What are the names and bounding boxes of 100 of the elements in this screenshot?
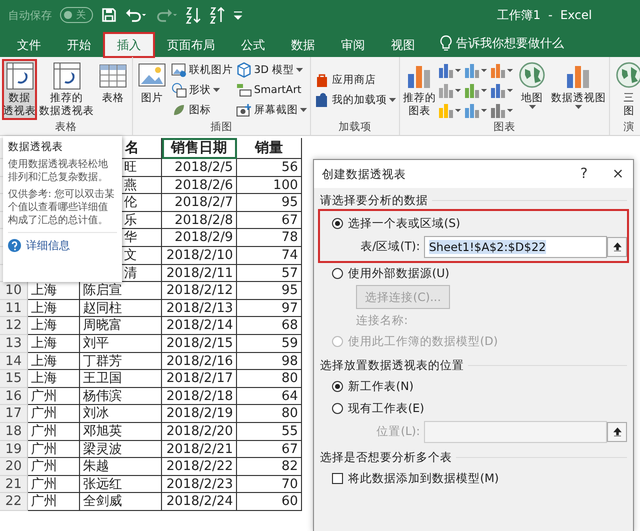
pivot-table-icon xyxy=(50,60,82,92)
table-cell: 2018/2/23 xyxy=(162,476,237,494)
column-header: 销售日期 xyxy=(162,138,237,159)
ribbon-tab[interactable]: 公式 xyxy=(228,33,278,57)
table-cell: 杨伟滨 xyxy=(80,388,162,406)
table-cell: 2018/2/12 xyxy=(162,282,237,300)
ribbon-tab[interactable]: 开始 xyxy=(54,33,104,57)
row-number: 22 xyxy=(0,493,28,511)
table-cell: 广州 xyxy=(28,476,80,494)
table-cell: 67 xyxy=(237,212,302,230)
table-cell: 朱越 xyxy=(80,458,162,476)
table-cell: 上海 xyxy=(28,352,80,370)
radio-button[interactable] xyxy=(332,380,343,392)
table-cell: 2018/2/21 xyxy=(162,440,237,458)
table-cell: 78 xyxy=(237,229,302,247)
table-cell: 67 xyxy=(237,440,302,458)
ribbon-button[interactable]: 应用商店 xyxy=(313,70,397,88)
table-cell: 上海 xyxy=(28,370,80,388)
close-button[interactable]: × xyxy=(603,161,633,187)
ribbon-button[interactable]: 推荐的 图表 xyxy=(402,59,437,120)
collapse-button[interactable] xyxy=(607,422,627,442)
camera-icon xyxy=(236,102,252,118)
more-info-link[interactable]: 详细信息 xyxy=(26,238,70,253)
ribbon-tab[interactable]: 审阅 xyxy=(328,33,378,57)
ribbon-button[interactable]: 联机图片 xyxy=(170,60,234,78)
table-cell: 2018/2/18 xyxy=(162,388,237,406)
ribbon-button[interactable]: 表格 xyxy=(96,59,130,120)
row-number: 19 xyxy=(0,440,28,458)
row-number: 10 xyxy=(0,282,28,300)
table-cell: 2018/2/10 xyxy=(162,246,237,265)
range-field[interactable]: Sheet1!$A$2:$D$22 xyxy=(424,236,607,258)
ribbon-button[interactable]: 图标 xyxy=(170,100,234,118)
ribbon-button[interactable]: 三 图 xyxy=(612,59,640,120)
section-heading: 选择是否想要分析多个表 xyxy=(320,450,452,464)
radio-button[interactable] xyxy=(332,218,343,228)
ribbon-button[interactable]: 屏幕截图 xyxy=(235,100,308,118)
ribbon-button[interactable]: 数据 透视表 xyxy=(2,59,37,120)
table-cell: 70 xyxy=(237,476,302,494)
ribbon-button[interactable]: 数据透视图 xyxy=(550,59,607,120)
ribbon-button[interactable]: 3D 模型 xyxy=(235,60,308,78)
table-cell: 2018/2/9 xyxy=(162,229,237,247)
picture-icon xyxy=(171,62,187,78)
save-icon[interactable] xyxy=(101,7,117,23)
row-number: 16 xyxy=(0,388,28,406)
column-header: 销量 xyxy=(237,138,302,159)
row-number: 15 xyxy=(0,370,28,388)
radio-button[interactable] xyxy=(332,268,343,278)
ribbon-button[interactable]: 图片 xyxy=(135,59,169,120)
table-cell: 2018/2/6 xyxy=(162,176,237,194)
group-label: 插图 xyxy=(210,120,234,135)
ribbon-button[interactable]: 形状 xyxy=(170,80,234,98)
group-label: 演 xyxy=(622,120,636,135)
ribbon-tab[interactable]: 视图 xyxy=(378,33,428,57)
table-cell: 57 xyxy=(237,264,302,282)
table-cell: 64 xyxy=(237,388,302,406)
smartart-icon xyxy=(236,82,252,98)
ribbon-button[interactable]: 我的加载项 xyxy=(313,90,397,108)
table-cell: 68 xyxy=(237,317,302,335)
table-cell: 55 xyxy=(237,422,302,440)
ribbon-tab[interactable]: 数据 xyxy=(278,33,328,57)
tell-me-search[interactable]: 告诉我你想要做什么 xyxy=(456,35,564,52)
help-button[interactable]: ? xyxy=(569,161,599,187)
sort-ascending-icon[interactable] xyxy=(185,6,201,24)
group-label: 图表 xyxy=(492,120,516,135)
table-cell: 广州 xyxy=(28,493,80,511)
collapse-button[interactable] xyxy=(607,236,627,256)
ribbon-tab[interactable]: 文件 xyxy=(4,33,54,57)
checkbox[interactable] xyxy=(332,472,343,484)
table-cell: 59 xyxy=(237,334,302,353)
addin-icon xyxy=(314,92,330,108)
table-cell: 广州 xyxy=(28,422,80,440)
undo-icon[interactable] xyxy=(125,7,147,23)
table-cell: 梁灵波 xyxy=(80,440,162,458)
table-cell: 2018/2/20 xyxy=(162,422,237,440)
table-cell: 刘平 xyxy=(80,334,162,353)
table-cell: 60 xyxy=(237,493,302,511)
ribbon-button[interactable]: SmartArt xyxy=(235,80,308,98)
section-heading: 选择放置数据透视表的位置 xyxy=(320,358,464,372)
table-cell: 广州 xyxy=(28,440,80,458)
ribbon-button[interactable]: 地图 xyxy=(515,59,549,120)
table-cell: 上海 xyxy=(28,317,80,335)
table-cell: 邓旭英 xyxy=(80,422,162,440)
table-cell: 广州 xyxy=(28,405,80,423)
caret-icon xyxy=(296,68,304,72)
table-cell: 上海 xyxy=(28,334,80,353)
ribbon-tab[interactable]: 插入 xyxy=(104,33,154,57)
ribbon-button[interactable]: 推荐的 数据透视表 xyxy=(38,59,95,120)
pivot-table-icon xyxy=(4,60,36,92)
row-number: 21 xyxy=(0,476,28,494)
row-number: 12 xyxy=(0,317,28,335)
section-heading: 请选择要分析的数据 xyxy=(320,192,428,208)
caret-icon xyxy=(528,105,536,109)
sort-descending-icon[interactable] xyxy=(209,6,225,24)
ribbon-tab[interactable]: 页面布局 xyxy=(154,33,228,57)
radio-button[interactable] xyxy=(332,402,343,414)
row-number: 20 xyxy=(0,458,28,476)
field-label: 表/区域(T): xyxy=(360,239,420,254)
row-number: 18 xyxy=(0,422,28,440)
table-cell: 上海 xyxy=(28,300,80,318)
table-cell: 2018/2/24 xyxy=(162,493,237,511)
